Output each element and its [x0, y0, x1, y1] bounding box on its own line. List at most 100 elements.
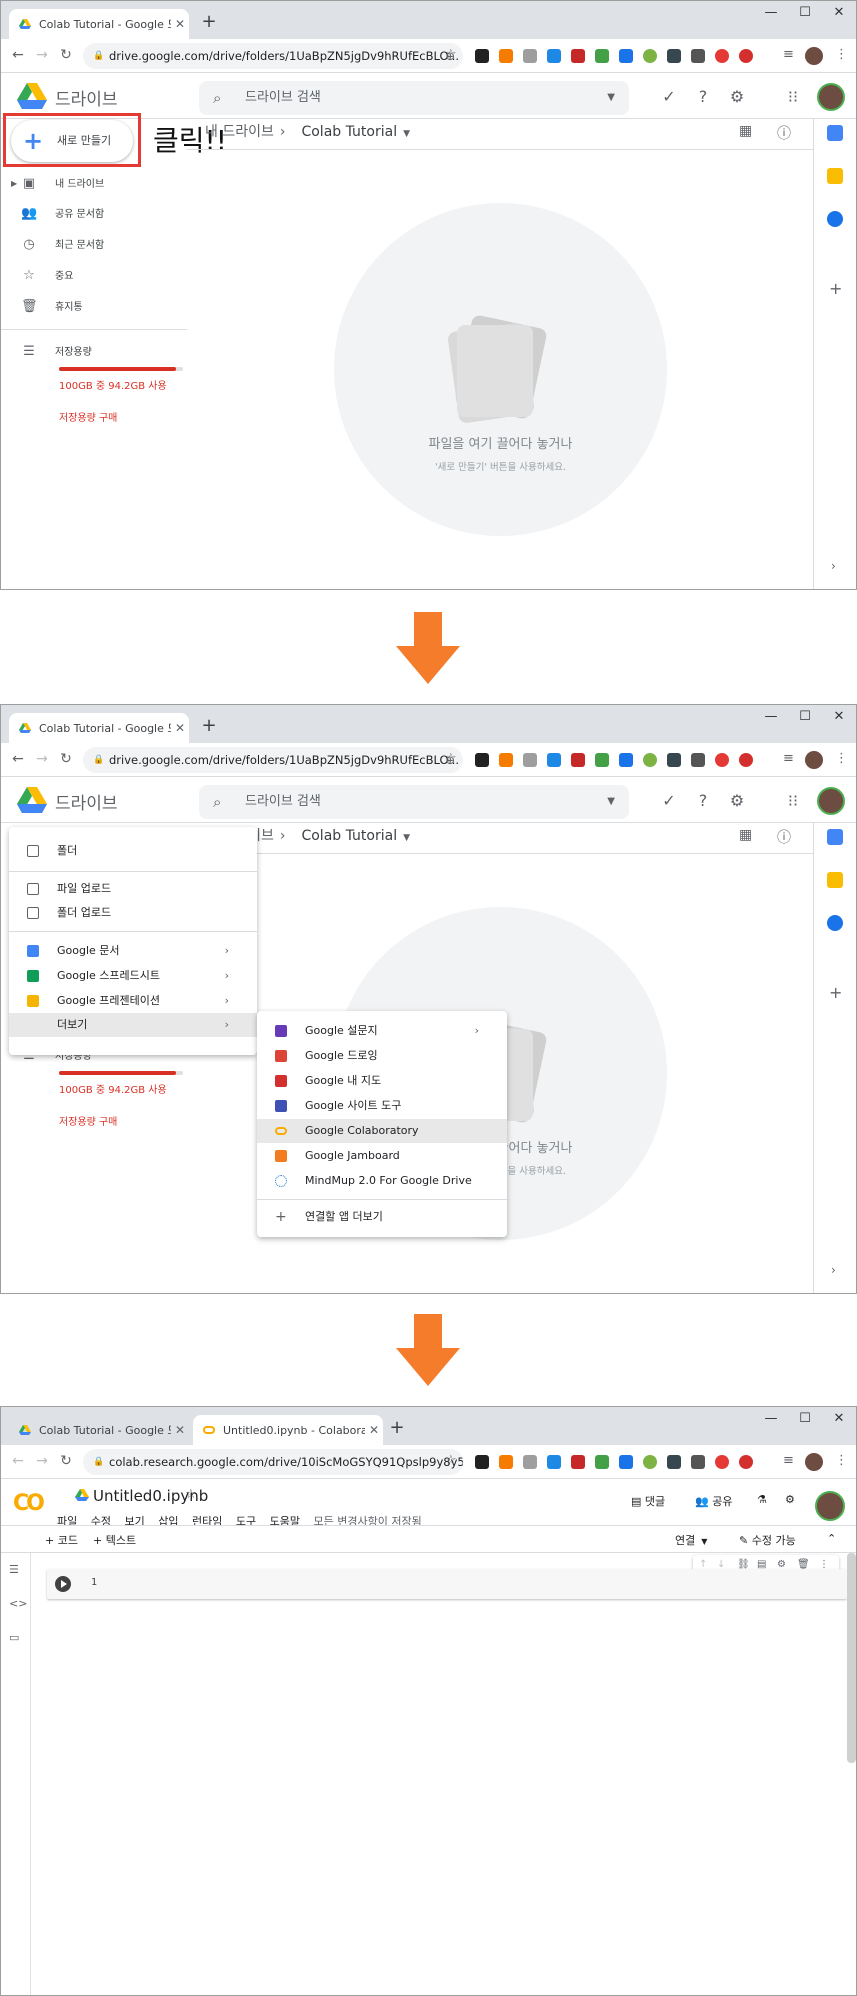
extension-icon[interactable] [667, 753, 681, 767]
new-tab-button[interactable]: + [199, 13, 219, 31]
info-icon[interactable]: ⓘ [777, 123, 791, 143]
files-folder-icon[interactable]: ▭ [9, 1631, 19, 1644]
bookmark-star-icon[interactable]: ☆ [445, 47, 457, 62]
menu-item-connect-more-apps[interactable]: + 연결할 앱 더보기 [257, 1205, 507, 1229]
back-icon[interactable]: ← [9, 751, 27, 767]
add-code-button[interactable]: + 코드 [45, 1532, 78, 1548]
comment-button[interactable]: ▤ 댓글 [631, 1493, 665, 1509]
pdf-extension-icon[interactable] [571, 753, 585, 767]
info-icon[interactable]: ⓘ [777, 827, 791, 847]
extension-icon[interactable] [547, 49, 561, 63]
block-extension-icon[interactable] [739, 753, 753, 767]
playlist-icon[interactable]: ≡ [783, 751, 794, 766]
playlist-icon[interactable]: ≡ [783, 1453, 794, 1468]
breadcrumb-current[interactable]: Colab Tutorial [301, 828, 397, 844]
sidebar-item-starred[interactable]: ☆ 중요 [21, 267, 73, 285]
translate-extension-icon[interactable] [619, 49, 633, 63]
account-avatar[interactable] [815, 1491, 845, 1521]
tab-drive[interactable]: Colab Tutorial - Google 드라이브 ✕ [9, 713, 189, 743]
menu-item-google-mymaps[interactable]: Google 내 지도 [257, 1069, 507, 1093]
forward-icon[interactable]: → [33, 751, 51, 767]
add-addon-icon[interactable]: + [829, 983, 842, 1002]
youtube-extension-icon[interactable] [715, 49, 729, 63]
settings-gear-icon[interactable]: ⚙ [785, 1493, 795, 1506]
editing-mode-button[interactable]: ✎ 수정 가능 [739, 1532, 796, 1548]
add-text-button[interactable]: + 텍스트 [93, 1532, 136, 1548]
profile-avatar[interactable] [805, 1453, 823, 1471]
menu-item-folder[interactable]: 폴더 [9, 839, 257, 863]
sidebar-item-shared[interactable]: 👥 공유 문서함 [21, 205, 104, 223]
tab-colab[interactable]: Untitled0.ipynb - Colaboratory ✕ [193, 1415, 383, 1445]
settings-gear-icon[interactable]: ⚙ [727, 791, 747, 810]
youtube-extension-icon[interactable] [715, 753, 729, 767]
search-options-icon[interactable]: ▼ [607, 785, 615, 819]
extension-icon[interactable] [667, 49, 681, 63]
extension-icon[interactable] [475, 49, 489, 63]
extension-icon[interactable] [499, 49, 513, 63]
more-vert-icon[interactable]: ⋮ [835, 47, 848, 62]
code-snippets-icon[interactable]: <> [9, 1597, 27, 1610]
menu-item-google-sheets[interactable]: Google 스프레드시트 › [9, 964, 257, 988]
menu-item-more[interactable]: 더보기 › [9, 1013, 257, 1037]
extension-icon[interactable] [691, 49, 705, 63]
extension-icon[interactable] [475, 1455, 489, 1469]
youtube-extension-icon[interactable] [715, 1455, 729, 1469]
help-icon[interactable]: ? [693, 87, 713, 106]
keep-icon[interactable] [827, 168, 843, 184]
expand-panel-icon[interactable]: › [831, 559, 836, 573]
extension-icon[interactable] [691, 753, 705, 767]
calendar-icon[interactable] [827, 125, 843, 141]
block-extension-icon[interactable] [739, 1455, 753, 1469]
menu-item-mindmup[interactable]: MindMup 2.0 For Google Drive [257, 1169, 507, 1193]
sidebar-item-storage[interactable]: ☰ 저장용량 [21, 343, 92, 361]
menu-item-google-drawings[interactable]: Google 드로잉 [257, 1044, 507, 1068]
keep-icon[interactable] [827, 872, 843, 888]
extension-icon[interactable] [523, 49, 537, 63]
breadcrumb-current[interactable]: Colab Tutorial [301, 124, 397, 140]
address-bar[interactable]: 🔒 colab.research.google.com/drive/10iScM… [83, 1449, 463, 1475]
sidebar-item-trash[interactable]: 🗑 휴지통 [21, 298, 83, 316]
expand-arrow-icon[interactable]: ▶ [11, 179, 17, 188]
search-input[interactable]: ⌕ 드라이브 검색 ▼ [199, 81, 629, 115]
account-avatar[interactable] [817, 83, 845, 111]
maximize-button[interactable]: ☐ [788, 3, 822, 23]
breadcrumb-dropdown-icon[interactable]: ▼ [403, 833, 410, 843]
collapse-header-icon[interactable]: ⌃ [827, 1532, 836, 1545]
sidebar-item-my-drive[interactable]: ▣ 내 드라이브 [21, 175, 104, 193]
tasks-icon[interactable] [827, 915, 843, 931]
breadcrumb-root[interactable]: 내 드라이브 [205, 124, 274, 140]
more-vert-icon[interactable]: ⋮ [835, 751, 848, 766]
account-avatar[interactable] [817, 787, 845, 815]
maximize-button[interactable]: ☐ [788, 1409, 822, 1429]
grid-view-icon[interactable]: ▦ [739, 827, 752, 843]
close-tab-icon[interactable]: ✕ [171, 1423, 189, 1437]
extension-icon[interactable] [547, 753, 561, 767]
flask-icon[interactable]: ⚗ [757, 1493, 767, 1506]
shield-extension-icon[interactable] [595, 1455, 609, 1469]
calendar-icon[interactable] [827, 829, 843, 845]
back-icon[interactable]: ← [9, 47, 27, 63]
address-bar[interactable]: 🔒 drive.google.com/drive/folders/1UaBpZN… [83, 747, 463, 773]
star-icon[interactable]: ☆ [185, 1487, 197, 1502]
search-input[interactable]: ⌕ 드라이브 검색 ▼ [199, 785, 629, 819]
reload-icon[interactable]: ↻ [57, 751, 75, 767]
menu-item-google-colaboratory[interactable]: Google Colaboratory [257, 1119, 507, 1143]
offline-check-icon[interactable]: ✓ [659, 791, 679, 810]
new-tab-button[interactable]: + [387, 1419, 407, 1437]
colab-logo[interactable]: CO [13, 1491, 45, 1516]
bookmark-star-icon[interactable]: ☆ [445, 751, 457, 766]
breadcrumb-dropdown-icon[interactable]: ▼ [403, 129, 410, 139]
sidebar-item-recent[interactable]: ◷ 최근 문서함 [21, 236, 104, 254]
expand-panel-icon[interactable]: › [831, 1263, 836, 1277]
minimize-button[interactable]: — [754, 707, 788, 727]
extension-icon[interactable] [523, 1455, 537, 1469]
reload-icon[interactable]: ↻ [57, 1453, 75, 1469]
offline-check-icon[interactable]: ✓ [659, 87, 679, 106]
menu-item-google-jamboard[interactable]: Google Jamboard [257, 1144, 507, 1168]
buy-storage-link[interactable]: 저장용량 구매 [59, 1113, 117, 1128]
menu-item-google-docs[interactable]: Google 문서 › [9, 939, 257, 963]
block-extension-icon[interactable] [739, 49, 753, 63]
extension-icon[interactable] [667, 1455, 681, 1469]
reload-icon[interactable]: ↻ [57, 47, 75, 63]
pdf-extension-icon[interactable] [571, 1455, 585, 1469]
